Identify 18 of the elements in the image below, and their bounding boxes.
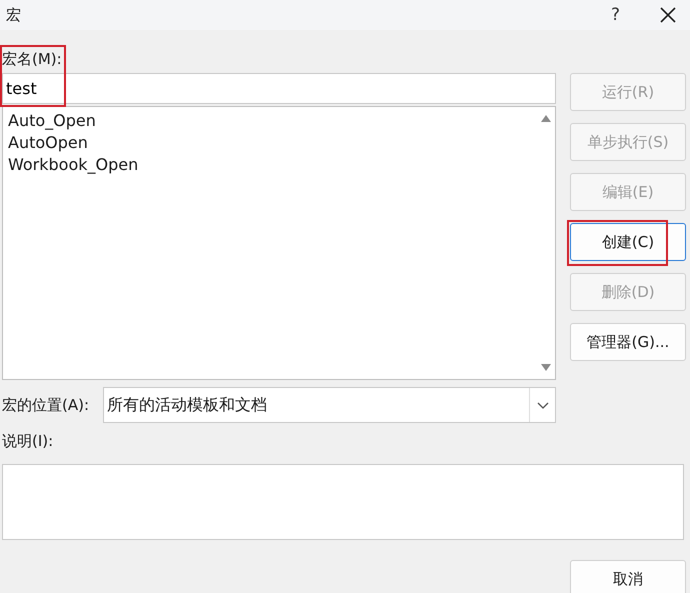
chevron-down-icon[interactable] (536, 402, 548, 408)
scroll-down-icon[interactable] (541, 364, 551, 371)
macro-list-item[interactable]: Auto_Open (7, 110, 97, 132)
field-label: 说明(I): (2, 431, 54, 452)
scroll-up-icon[interactable] (541, 115, 551, 122)
macro-name-field[interactable]: test (2, 73, 556, 104)
close-icon[interactable] (660, 7, 676, 23)
dialog-button[interactable]: 创建(C) (570, 223, 686, 261)
window-title: 宏 (6, 6, 22, 24)
field-label: 宏名(M): (2, 49, 62, 70)
macro-list-item[interactable]: AutoOpen (7, 132, 89, 154)
help-button[interactable]: ? (610, 5, 620, 25)
field-label: 宏的位置(A): (2, 396, 90, 414)
macro-list-item[interactable]: Workbook_Open (7, 154, 140, 176)
description-field[interactable] (2, 464, 684, 540)
location-dropdown[interactable]: 所有的活动模板和文档 (103, 387, 556, 423)
dialog-button[interactable]: 管理器(G)... (570, 323, 686, 361)
cancel-button[interactable]: 取消 (570, 560, 686, 593)
